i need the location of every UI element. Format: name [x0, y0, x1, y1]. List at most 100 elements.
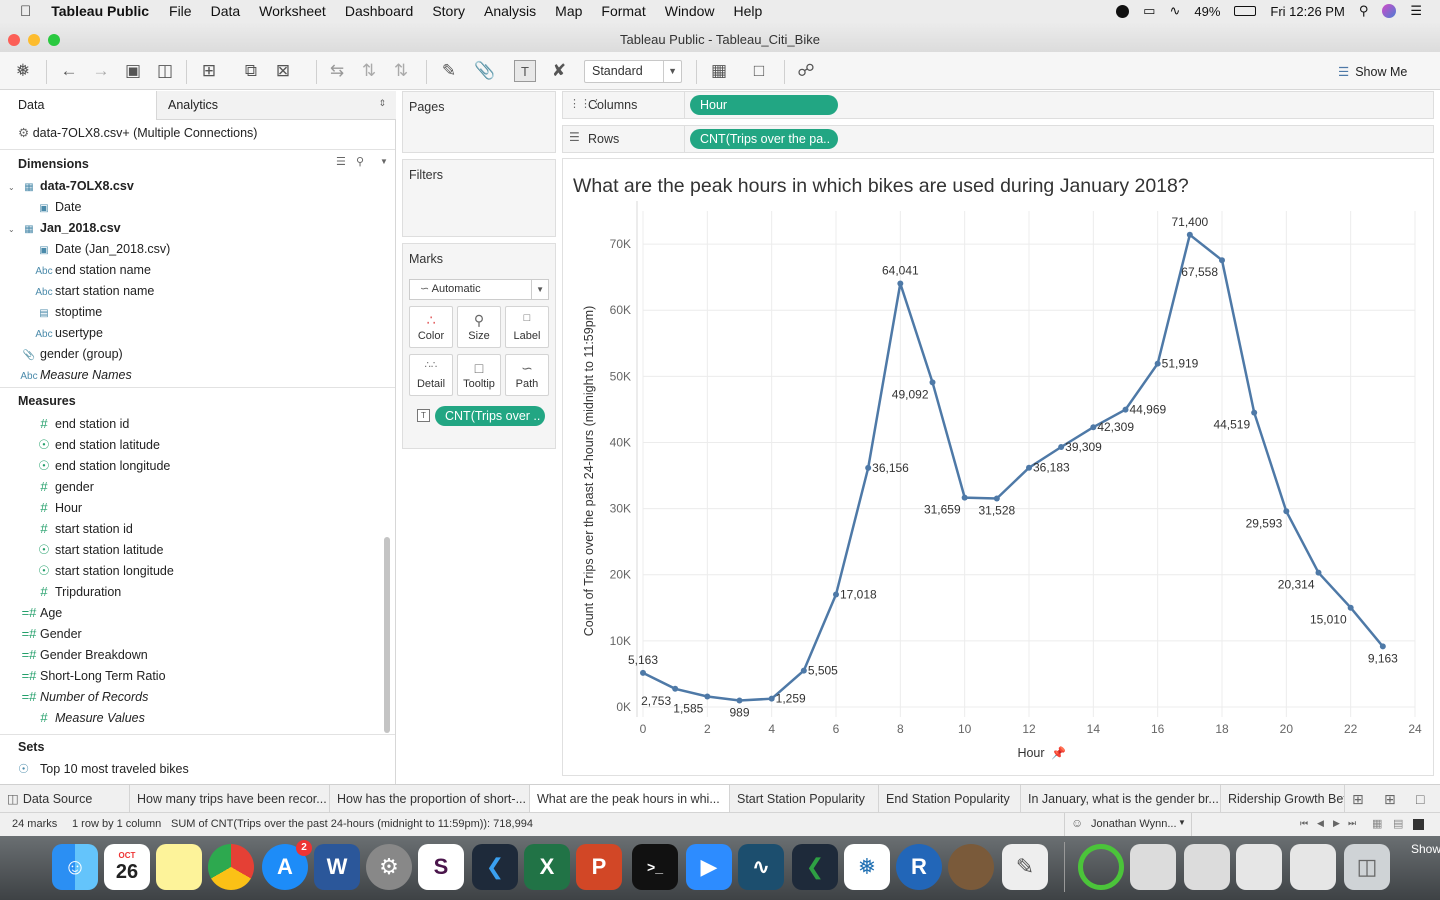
line-chart[interactable]: What are the peak hours in which bikes a…	[563, 159, 1435, 777]
data-point[interactable]	[961, 494, 968, 501]
data-point[interactable]	[1379, 643, 1386, 650]
terminal-icon[interactable]: >_	[632, 844, 678, 890]
menu-analysis[interactable]: Analysis	[484, 3, 536, 19]
menu-map[interactable]: Map	[555, 3, 582, 19]
menu-dashboard[interactable]: Dashboard	[345, 3, 414, 19]
tab-sheet-2[interactable]: How has the proportion of short-...	[330, 785, 530, 813]
measure-field[interactable]: =# Short-Long Term Ratio	[18, 665, 166, 686]
new-worksheet-icon[interactable]: ⊞	[198, 60, 220, 82]
data-point[interactable]	[1186, 231, 1193, 238]
minimize-window-button[interactable]	[28, 34, 40, 46]
data-source-connection[interactable]: ⚙ data-7OLX8.csv+ (Multiple Connections)	[18, 123, 257, 144]
calendar-icon[interactable]: OCT 26	[104, 844, 150, 890]
user-menu[interactable]: ☺ Jonathan Wynn... ▼	[1064, 813, 1192, 836]
measure-field[interactable]: ☉ end station latitude	[33, 434, 160, 455]
last-sheet-icon[interactable]: ⏭	[1348, 818, 1356, 829]
data-point[interactable]	[833, 591, 839, 598]
data-point[interactable]	[865, 464, 872, 471]
dimension-field[interactable]: 📎 gender (group)	[18, 344, 123, 365]
data-point[interactable]	[1058, 444, 1065, 451]
close-window-button[interactable]	[8, 34, 20, 46]
dimension-field[interactable]: Abc Measure Names	[18, 365, 131, 386]
label-mark-button[interactable]: □ Label	[505, 306, 549, 348]
zoom-icon[interactable]: ▶	[686, 844, 732, 890]
tableau-icon[interactable]: ❅	[844, 844, 890, 890]
finder-window-thumbnail[interactable]	[1290, 844, 1336, 890]
show-mark-labels-icon[interactable]: T	[514, 60, 536, 82]
swap-rows-columns-icon[interactable]: ⇆	[326, 60, 348, 82]
new-data-source-icon[interactable]: ◫	[154, 60, 176, 82]
trash-icon[interactable]: ◫	[1344, 844, 1390, 890]
tab-data[interactable]: Data	[0, 91, 156, 120]
data-point[interactable]	[897, 280, 904, 287]
chrome-icon[interactable]	[208, 844, 254, 890]
data-point[interactable]	[736, 697, 743, 704]
notes-icon[interactable]	[156, 844, 202, 890]
notification-center-icon[interactable]: ☰	[1410, 3, 1422, 19]
app-menu[interactable]: Tableau Public	[51, 3, 149, 19]
pin-icon[interactable]: 📌	[1051, 745, 1066, 760]
dimension-field[interactable]: Abc usertype	[33, 323, 103, 344]
wifi-icon[interactable]: ∿	[1169, 3, 1180, 19]
filmstrip-icon[interactable]: ▤	[1393, 817, 1403, 830]
data-point[interactable]	[1347, 604, 1354, 611]
menu-help[interactable]: Help	[734, 3, 763, 19]
data-point[interactable]	[1154, 360, 1161, 367]
data-point[interactable]	[993, 495, 1000, 502]
measure-field[interactable]: # Hour	[33, 497, 82, 518]
clear-sheet-icon[interactable]: ⊠	[272, 60, 294, 82]
measure-field[interactable]: # end station id	[33, 413, 129, 434]
dimension-field[interactable]: Abc start station name	[33, 281, 154, 302]
dimension-field[interactable]: Abc end station name	[33, 260, 151, 281]
first-sheet-icon[interactable]: ⏮	[1300, 818, 1308, 829]
new-story-tab-icon[interactable]: □	[1416, 791, 1424, 807]
next-sheet-icon[interactable]: ▶	[1333, 818, 1340, 829]
tab-sheet-1[interactable]: How many trips have been recor...	[130, 785, 330, 813]
tab-sheet-5[interactable]: End Station Popularity	[879, 785, 1021, 813]
share-icon[interactable]: ☍	[795, 60, 817, 82]
dimension-field[interactable]: ⌄ ▦ data-7OLX8.csv	[8, 176, 134, 197]
data-point[interactable]	[800, 667, 807, 674]
dimension-field[interactable]: ▣ Date (Jan_2018.csv)	[33, 239, 170, 260]
measure-field[interactable]: ☉ end station longitude	[33, 455, 170, 476]
menu-window[interactable]: Window	[665, 3, 715, 19]
path-mark-button[interactable]: ∽ Path	[505, 354, 549, 396]
vscode-icon[interactable]: ❮	[472, 844, 518, 890]
fit-dropdown[interactable]: Standard ▼	[584, 60, 682, 83]
fix-axes-icon[interactable]: ✘	[548, 60, 570, 82]
apple-icon[interactable]: 	[20, 3, 31, 20]
tab-sheet-6[interactable]: In January, what is the gender br...	[1021, 785, 1221, 813]
group-members-icon[interactable]: 📎	[474, 60, 496, 82]
menu-story[interactable]: Story	[432, 3, 465, 19]
dimension-field[interactable]: ▤ stoptime	[33, 302, 102, 323]
measure-field[interactable]: =# Number of Records	[18, 686, 149, 707]
menu-worksheet[interactable]: Worksheet	[259, 3, 326, 19]
tab-sheet-7[interactable]: Ridership Growth Bet	[1221, 785, 1345, 813]
siri-icon[interactable]	[1382, 4, 1397, 18]
data-point[interactable]	[1122, 406, 1129, 413]
sort-descending-icon[interactable]: ⇅	[390, 60, 412, 82]
data-point[interactable]	[768, 695, 775, 702]
measure-field[interactable]: =# Gender Breakdown	[18, 644, 148, 665]
menu-file[interactable]: File	[169, 3, 192, 19]
measure-field[interactable]: ☉ start station latitude	[33, 539, 163, 560]
chevron-down-icon[interactable]: ⌄	[8, 177, 18, 198]
zoom-window-button[interactable]	[48, 34, 60, 46]
rows-count-pill[interactable]: CNT(Trips over the pa..	[690, 129, 838, 149]
measure-field[interactable]: # Measure Values	[33, 707, 145, 728]
r-icon[interactable]: R	[896, 844, 942, 890]
mark-type-dropdown[interactable]: ∽ Automatic ▼	[409, 279, 549, 300]
series-line[interactable]	[642, 232, 1384, 702]
vscode-insiders-icon[interactable]: ❮	[792, 844, 838, 890]
menu-data[interactable]: Data	[211, 3, 241, 19]
data-point[interactable]	[1026, 464, 1032, 471]
tab-sheet-4[interactable]: Start Station Popularity	[730, 785, 879, 813]
scrollbar-thumb[interactable]	[384, 537, 390, 733]
document-thumbnail[interactable]	[1236, 844, 1282, 890]
show-me-button[interactable]: ☰ Show Me	[1338, 62, 1407, 82]
tab-data-source[interactable]: ◫ Data Source	[0, 785, 130, 813]
data-point[interactable]	[1251, 409, 1258, 416]
chevron-down-icon[interactable]: ▼	[380, 157, 388, 166]
textedit-icon[interactable]: ✎	[1002, 844, 1048, 890]
columns-hour-pill[interactable]: Hour	[690, 95, 838, 115]
